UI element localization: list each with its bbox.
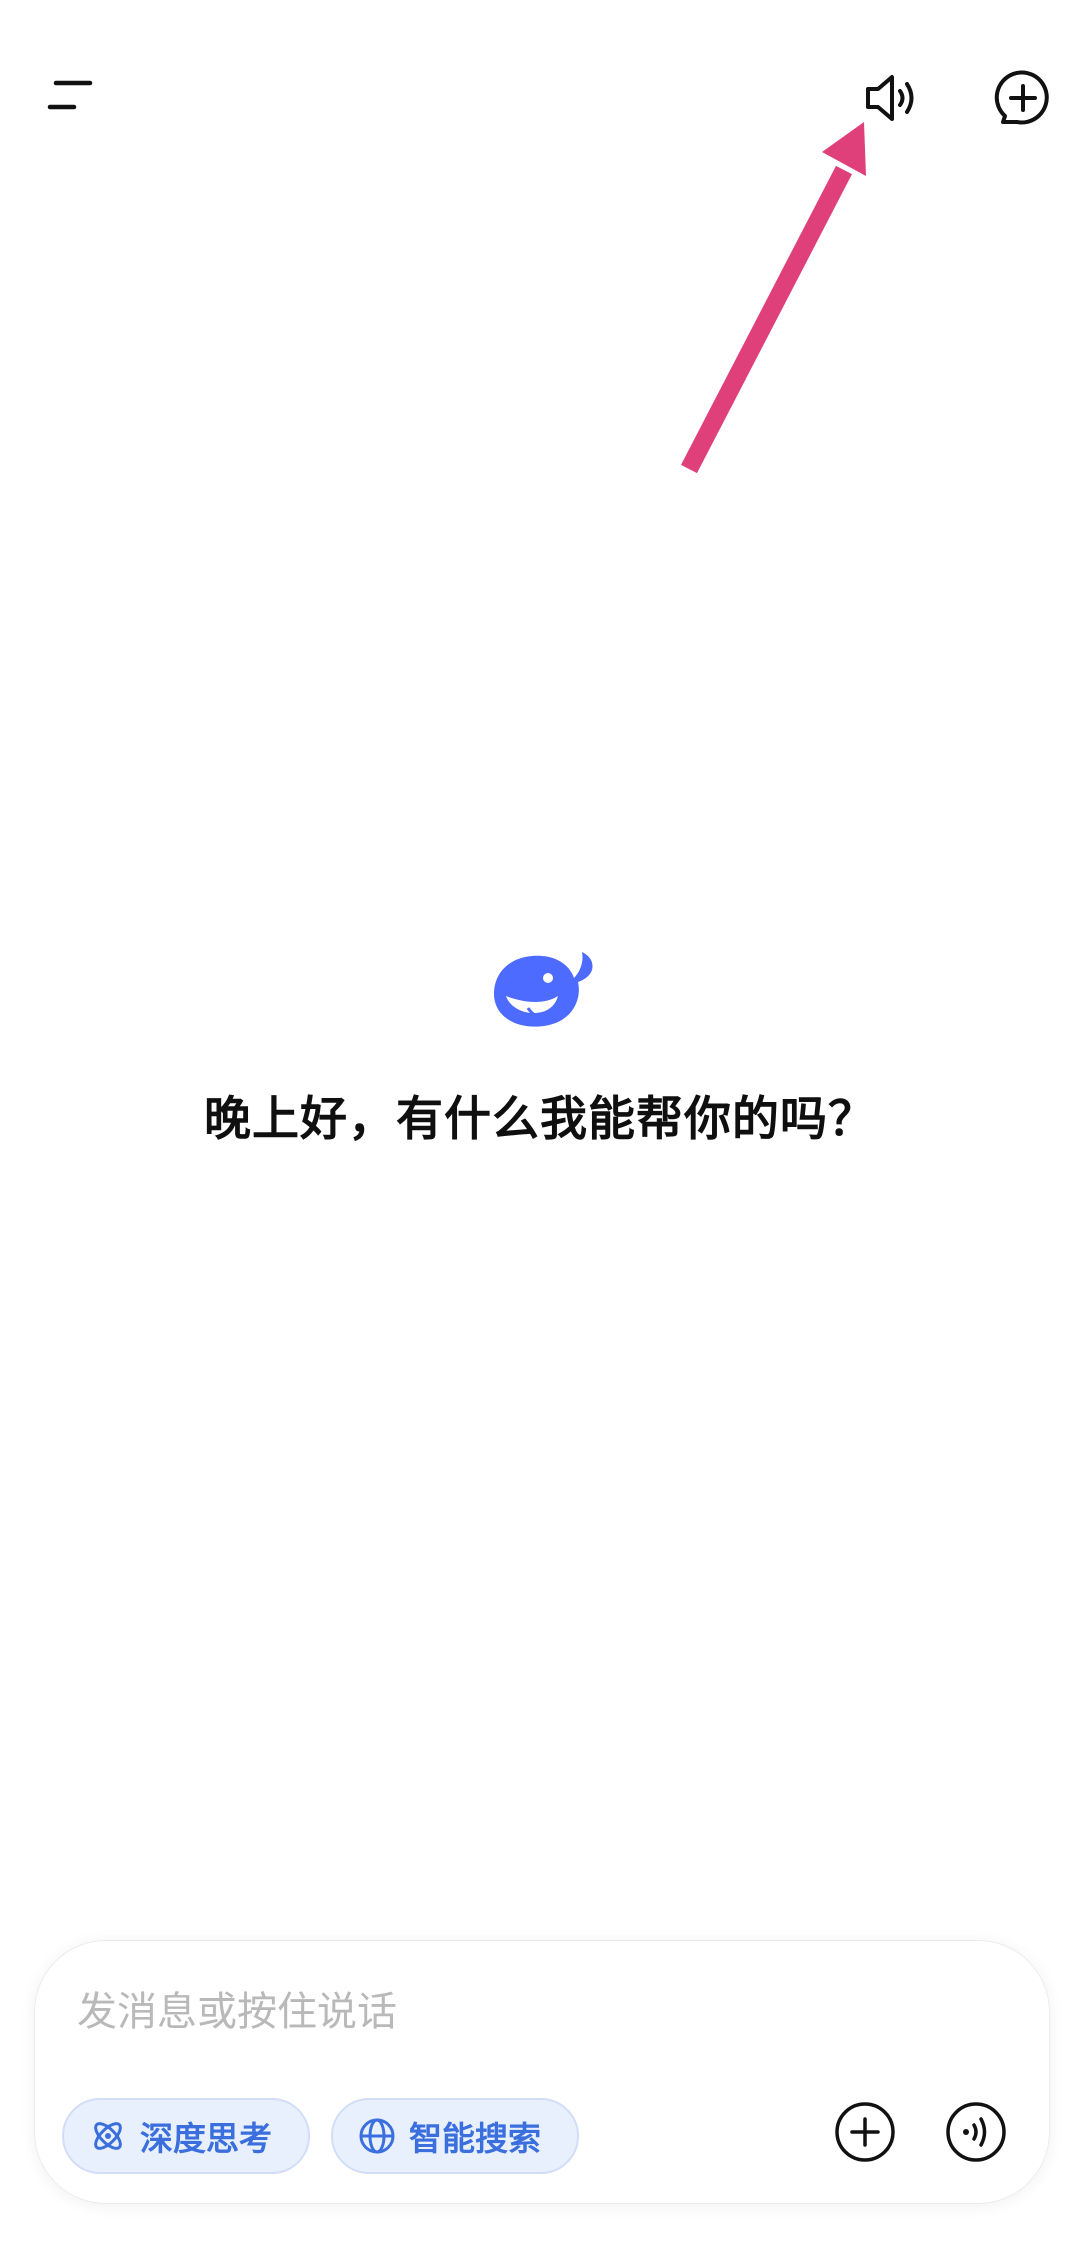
app-screen: 晚上好，有什么我能帮你的吗？ 深度思考 智能搜索 [0,0,1080,2260]
menu-button[interactable] [30,60,110,130]
deepseek-whale-logo [494,952,593,1027]
message-composer: 深度思考 智能搜索 [34,1940,1050,2204]
deep-think-label: 深度思考 [140,2119,272,2158]
speaker-button[interactable] [848,55,934,141]
globe-icon [357,2116,397,2156]
plus-circle-icon [835,2102,895,2162]
voice-call-button[interactable] [943,2099,1009,2165]
voice-wave-icon [946,2102,1006,2162]
smart-search-label: 智能搜索 [409,2119,541,2158]
speaker-icon [866,75,914,121]
message-input[interactable] [75,1981,779,2043]
smart-search-toggle[interactable]: 智能搜索 [331,2098,579,2174]
new-chat-button[interactable] [980,55,1066,141]
greeting-text: 晚上好，有什么我能帮你的吗？ [204,1092,876,1147]
atom-icon [88,2116,128,2156]
deep-think-toggle[interactable]: 深度思考 [62,2098,310,2174]
new-chat-icon [994,70,1049,125]
attach-button[interactable] [832,2099,898,2165]
menu-icon [47,80,93,110]
